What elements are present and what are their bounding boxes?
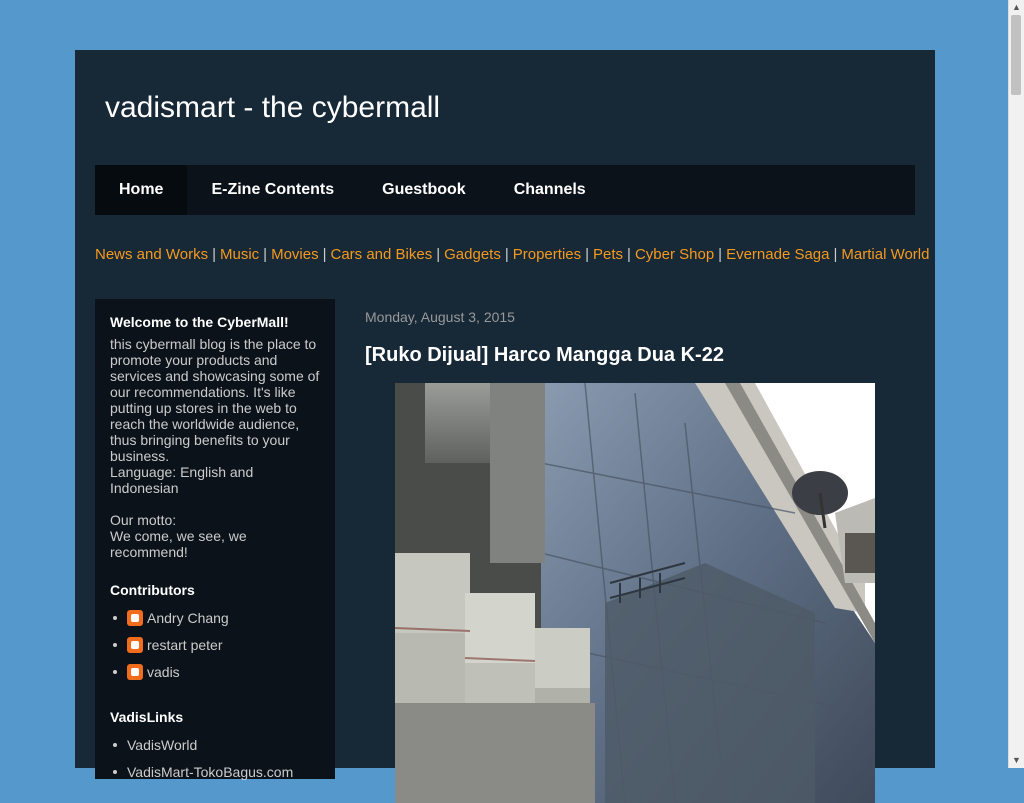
link-separator: | [504, 246, 509, 263]
vadislink-label[interactable]: VadisMart-TokoBagus.com [127, 764, 293, 780]
tab-home[interactable]: Home [95, 165, 188, 215]
contributor-name[interactable]: restart peter [147, 637, 222, 653]
link-separator: | [627, 246, 631, 263]
vadislink-item[interactable]: VadisWorld [113, 735, 320, 762]
blogger-icon [127, 610, 143, 626]
link-properties[interactable]: Properties [513, 246, 581, 263]
scroll-down-arrow-icon[interactable]: ▼ [1009, 753, 1024, 768]
link-pets[interactable]: Pets [593, 246, 623, 263]
link-news-and-works[interactable]: News and Works [95, 246, 208, 263]
main-content: Monday, August 3, 2015 [Ruko Dijual] Har… [365, 299, 915, 803]
blog-container: vadismart - the cybermall Home E-Zine Co… [75, 50, 935, 803]
scroll-thumb[interactable] [1011, 15, 1021, 95]
contributors-title: Contributors [110, 582, 195, 598]
tab-ezine-contents[interactable]: E-Zine Contents [187, 165, 358, 215]
welcome-text: this cybermall blog is the place to prom… [110, 336, 320, 560]
link-movies[interactable]: Movies [271, 246, 319, 263]
blog-title[interactable]: vadismart - the cybermall [105, 91, 440, 125]
contributor-name[interactable]: vadis [147, 664, 180, 680]
link-evernade-saga[interactable]: Evernade Saga [726, 246, 829, 263]
contributor-name[interactable]: Andry Chang [147, 610, 229, 626]
link-cars-and-bikes[interactable]: Cars and Bikes [331, 246, 433, 263]
post-date: Monday, August 3, 2015 [365, 309, 515, 325]
contributor-item[interactable]: Andry Chang [113, 608, 320, 635]
contributor-item[interactable]: vadis [113, 662, 320, 689]
tab-channels[interactable]: Channels [490, 165, 610, 215]
link-separator: | [585, 246, 590, 263]
contributors-list: Andry Chang restart peter vadis [110, 608, 320, 689]
tab-guestbook[interactable]: Guestbook [358, 165, 490, 215]
link-separator: | [212, 246, 216, 263]
link-separator: | [833, 246, 838, 263]
contributor-item[interactable]: restart peter [113, 635, 320, 662]
vadislink-label[interactable]: VadisWorld [127, 737, 197, 753]
link-cyber-shop[interactable]: Cyber Shop [635, 246, 714, 263]
link-martial-world[interactable]: Martial World [841, 246, 929, 263]
welcome-title: Welcome to the CyberMall! [110, 314, 289, 330]
link-separator: | [436, 246, 441, 263]
post-title[interactable]: [Ruko Dijual] Harco Mangga Dua K-22 [365, 344, 724, 367]
sidebar: Welcome to the CyberMall! this cybermall… [95, 299, 335, 780]
link-separator: | [263, 246, 268, 263]
vertical-scrollbar[interactable]: ▲ ▼ [1008, 0, 1024, 768]
link-separator: | [718, 246, 723, 263]
building-photo [395, 383, 875, 803]
post-image[interactable] [395, 383, 875, 803]
vadislinks-title: VadisLinks [110, 709, 184, 725]
vadislinks-list: VadisWorld VadisMart-TokoBagus.com [110, 735, 320, 789]
category-links: News and Works | Music | Movies | Cars and Bik… [95, 246, 929, 263]
nav-tabs: Home E-Zine Contents Guestbook Channels [95, 165, 915, 215]
blogger-icon [127, 637, 143, 653]
link-gadgets[interactable]: Gadgets [444, 246, 501, 263]
scroll-up-arrow-icon[interactable]: ▲ [1009, 0, 1024, 15]
vadislink-item[interactable]: VadisMart-TokoBagus.com [113, 762, 320, 789]
link-music[interactable]: Music [220, 246, 259, 263]
link-separator: | [322, 246, 327, 263]
blogger-icon [127, 664, 143, 680]
